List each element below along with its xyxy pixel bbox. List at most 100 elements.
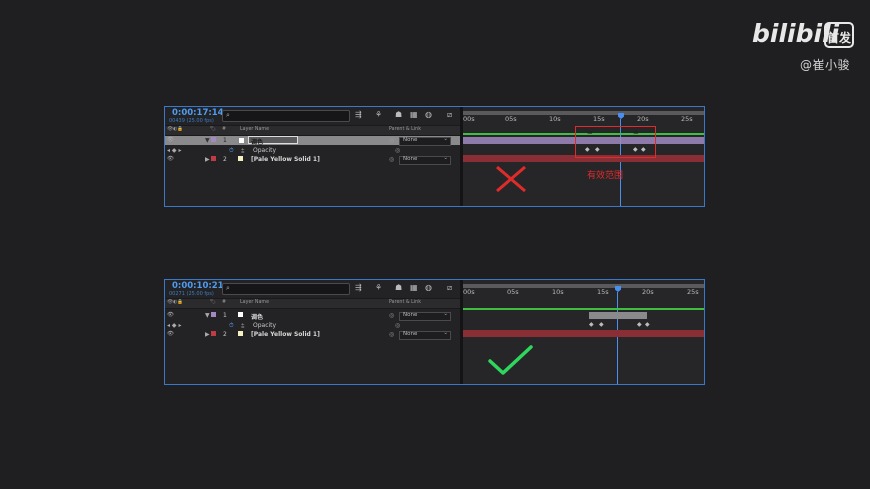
pickwhip-icon[interactable]: ◎	[389, 312, 394, 319]
eye-icon[interactable]: 👁	[167, 137, 174, 143]
pickwhip-icon[interactable]: ◎	[389, 137, 394, 144]
expand-arrow-icon[interactable]: ▶	[205, 331, 210, 338]
label-color-swatch[interactable]	[211, 331, 216, 336]
layer-type-icon	[238, 137, 245, 144]
eye-icon[interactable]: 👁	[167, 312, 174, 318]
visibility-columns-icon: 👁◐🔒	[167, 127, 184, 132]
parent-dropdown[interactable]: None ⌄	[399, 155, 451, 165]
draft-3d-icon[interactable]: ⚘	[375, 283, 382, 292]
stopwatch-icon[interactable]: ⏱	[229, 322, 234, 330]
timeline-area[interactable]: 00s 05s 10s 15s 20s 25s ▬ ▬ ◆ ◆ ◆ ◆ 有效范围	[463, 107, 704, 206]
keyframe[interactable]: ◆	[589, 321, 594, 328]
adjustment-layer-bar[interactable]	[589, 312, 647, 319]
ruler-tick: 10s	[549, 115, 561, 123]
layer-panel: 0:00:10:21 00271 (25.00 fps) ⌕ ⇶ ⚘ ☗ ▦ ◍…	[165, 280, 460, 384]
layer-number: 2	[223, 156, 227, 163]
layer-search-input[interactable]: ⌕	[222, 110, 350, 122]
chevron-down-icon: ⌄	[443, 155, 448, 161]
label-color-swatch[interactable]	[211, 137, 216, 142]
layer-search-input[interactable]: ⌕	[222, 283, 350, 295]
parent-dropdown[interactable]: None ⌄	[399, 311, 451, 321]
pickwhip-icon[interactable]: ◎	[389, 156, 394, 163]
expand-arrow-icon[interactable]: ▶	[205, 156, 210, 163]
current-timecode[interactable]: 0:00:17:14	[172, 108, 224, 118]
layer-name-column: Layer Name	[240, 300, 270, 305]
comp-mini-flowchart-icon[interactable]: ⇶	[355, 283, 362, 292]
parent-link-column: Parent & Link	[389, 127, 421, 132]
layer-name[interactable]: 调色	[251, 137, 263, 146]
number-column: #	[222, 127, 227, 132]
time-ruler[interactable]: 00s 05s 10s 15s 20s 25s	[463, 109, 704, 123]
frame-blend-icon[interactable]: ▦	[410, 283, 418, 292]
ruler-tick: 20s	[642, 288, 654, 296]
keyframe-nav-icon[interactable]: ◂ ◆ ▸	[167, 322, 181, 329]
solid-layer-bar[interactable]	[463, 330, 704, 337]
shy-icon[interactable]: ☗	[395, 283, 402, 292]
graph-icon: ⩲	[241, 322, 245, 329]
parent-dropdown[interactable]: None ⌄	[399, 330, 451, 340]
keyframe[interactable]: ◆	[599, 321, 604, 328]
stopwatch-icon[interactable]: ⏱	[229, 147, 234, 155]
eye-icon[interactable]: 👁	[167, 331, 174, 337]
expand-arrow-icon[interactable]: ▼	[205, 137, 210, 144]
layer-column-header: 👁◐🔒 🏷 # Layer Name Parent & Link	[165, 298, 460, 309]
expression-pickwhip-icon[interactable]: ◎	[395, 147, 400, 154]
motion-blur-icon[interactable]: ◍	[425, 283, 432, 292]
property-row-opacity[interactable]: ◂ ◆ ▸ ⏱ ⩲ Opacity ◎	[165, 146, 460, 155]
solid-icon	[238, 156, 243, 161]
layer-row-solid[interactable]: 👁 ▶ 2 [Pale Yellow Solid 1] ◎ None ⌄	[165, 330, 460, 340]
draft-3d-icon[interactable]: ⚘	[375, 110, 382, 119]
graph-editor-icon[interactable]: ⧄	[447, 283, 452, 293]
layer-number: 1	[223, 137, 227, 144]
property-name: Opacity	[253, 322, 277, 329]
property-name: Opacity	[253, 147, 277, 154]
layer-panel: 0:00:17:14 00439 (25.00 fps) ⌕ ⇶ ⚘ ☗ ▦ ◍…	[165, 107, 460, 206]
layer-name[interactable]: 调色	[251, 312, 263, 321]
frame-blend-icon[interactable]: ▦	[410, 110, 418, 119]
keyframe[interactable]: ◆	[645, 321, 650, 328]
keyframe[interactable]: ◆	[637, 321, 642, 328]
valid-range-annotation: 有效范围	[587, 171, 624, 181]
layer-name[interactable]: [Pale Yellow Solid 1]	[251, 331, 320, 338]
shy-icon[interactable]: ☗	[395, 110, 402, 119]
parent-dropdown[interactable]: None ⌄	[399, 136, 451, 146]
layer-row-adjustment[interactable]: 👁 ▼ 1 调色 ◎ None ⌄	[165, 136, 460, 146]
ruler-tick: 10s	[552, 288, 564, 296]
eye-icon[interactable]: 👁	[167, 156, 174, 162]
search-icon: ⌕	[226, 111, 230, 119]
timeline-toolbar: ⇶ ⚘ ☗ ▦ ◍ ⧄	[355, 283, 455, 293]
timeline-area[interactable]: 00s 05s 10s 15s 20s 25s ◆ ◆ ◆ ◆	[463, 280, 704, 384]
current-timecode[interactable]: 0:00:10:21	[172, 281, 224, 291]
layer-name-column: Layer Name	[240, 127, 270, 132]
timeline-panel-correct: 0:00:10:21 00271 (25.00 fps) ⌕ ⇶ ⚘ ☗ ▦ ◍…	[164, 279, 705, 385]
motion-blur-icon[interactable]: ◍	[425, 110, 432, 119]
valid-range-box	[575, 126, 656, 158]
number-column: #	[222, 300, 227, 305]
layer-name[interactable]: [Pale Yellow Solid 1]	[251, 156, 320, 163]
label-column-icon: 🏷	[210, 127, 217, 132]
label-color-swatch[interactable]	[211, 312, 216, 317]
work-area-bar[interactable]	[463, 284, 704, 288]
ruler-tick: 15s	[593, 115, 605, 123]
label-color-swatch[interactable]	[211, 156, 216, 161]
solid-icon	[238, 331, 243, 336]
render-range-line	[463, 308, 704, 310]
property-row-opacity[interactable]: ◂ ◆ ▸ ⏱ ⩲ Opacity ◎	[165, 321, 460, 330]
layer-column-header: 👁◐🔒 🏷 # Layer Name Parent & Link	[165, 125, 460, 136]
ruler-tick: 20s	[637, 115, 649, 123]
pickwhip-icon[interactable]: ◎	[389, 331, 394, 338]
layer-row-adjustment[interactable]: 👁 ▼ 1 调色 ◎ None ⌄	[165, 311, 460, 321]
work-area-bar[interactable]	[463, 111, 704, 115]
keyframe-nav-icon[interactable]: ◂ ◆ ▸	[167, 147, 181, 154]
layer-row-solid[interactable]: 👁 ▶ 2 [Pale Yellow Solid 1] ◎ None ⌄	[165, 155, 460, 165]
expression-pickwhip-icon[interactable]: ◎	[395, 322, 400, 329]
first-release-tag: 首发	[827, 30, 852, 45]
time-ruler[interactable]: 00s 05s 10s 15s 20s 25s	[463, 282, 704, 296]
expand-arrow-icon[interactable]: ▼	[205, 312, 210, 319]
comp-mini-flowchart-icon[interactable]: ⇶	[355, 110, 362, 119]
search-icon: ⌕	[226, 284, 230, 292]
timeline-toolbar: ⇶ ⚘ ☗ ▦ ◍ ⧄	[355, 110, 455, 120]
ruler-tick: 05s	[507, 288, 519, 296]
timeline-panel-incorrect: 0:00:17:14 00439 (25.00 fps) ⌕ ⇶ ⚘ ☗ ▦ ◍…	[164, 106, 705, 207]
graph-editor-icon[interactable]: ⧄	[447, 110, 452, 120]
